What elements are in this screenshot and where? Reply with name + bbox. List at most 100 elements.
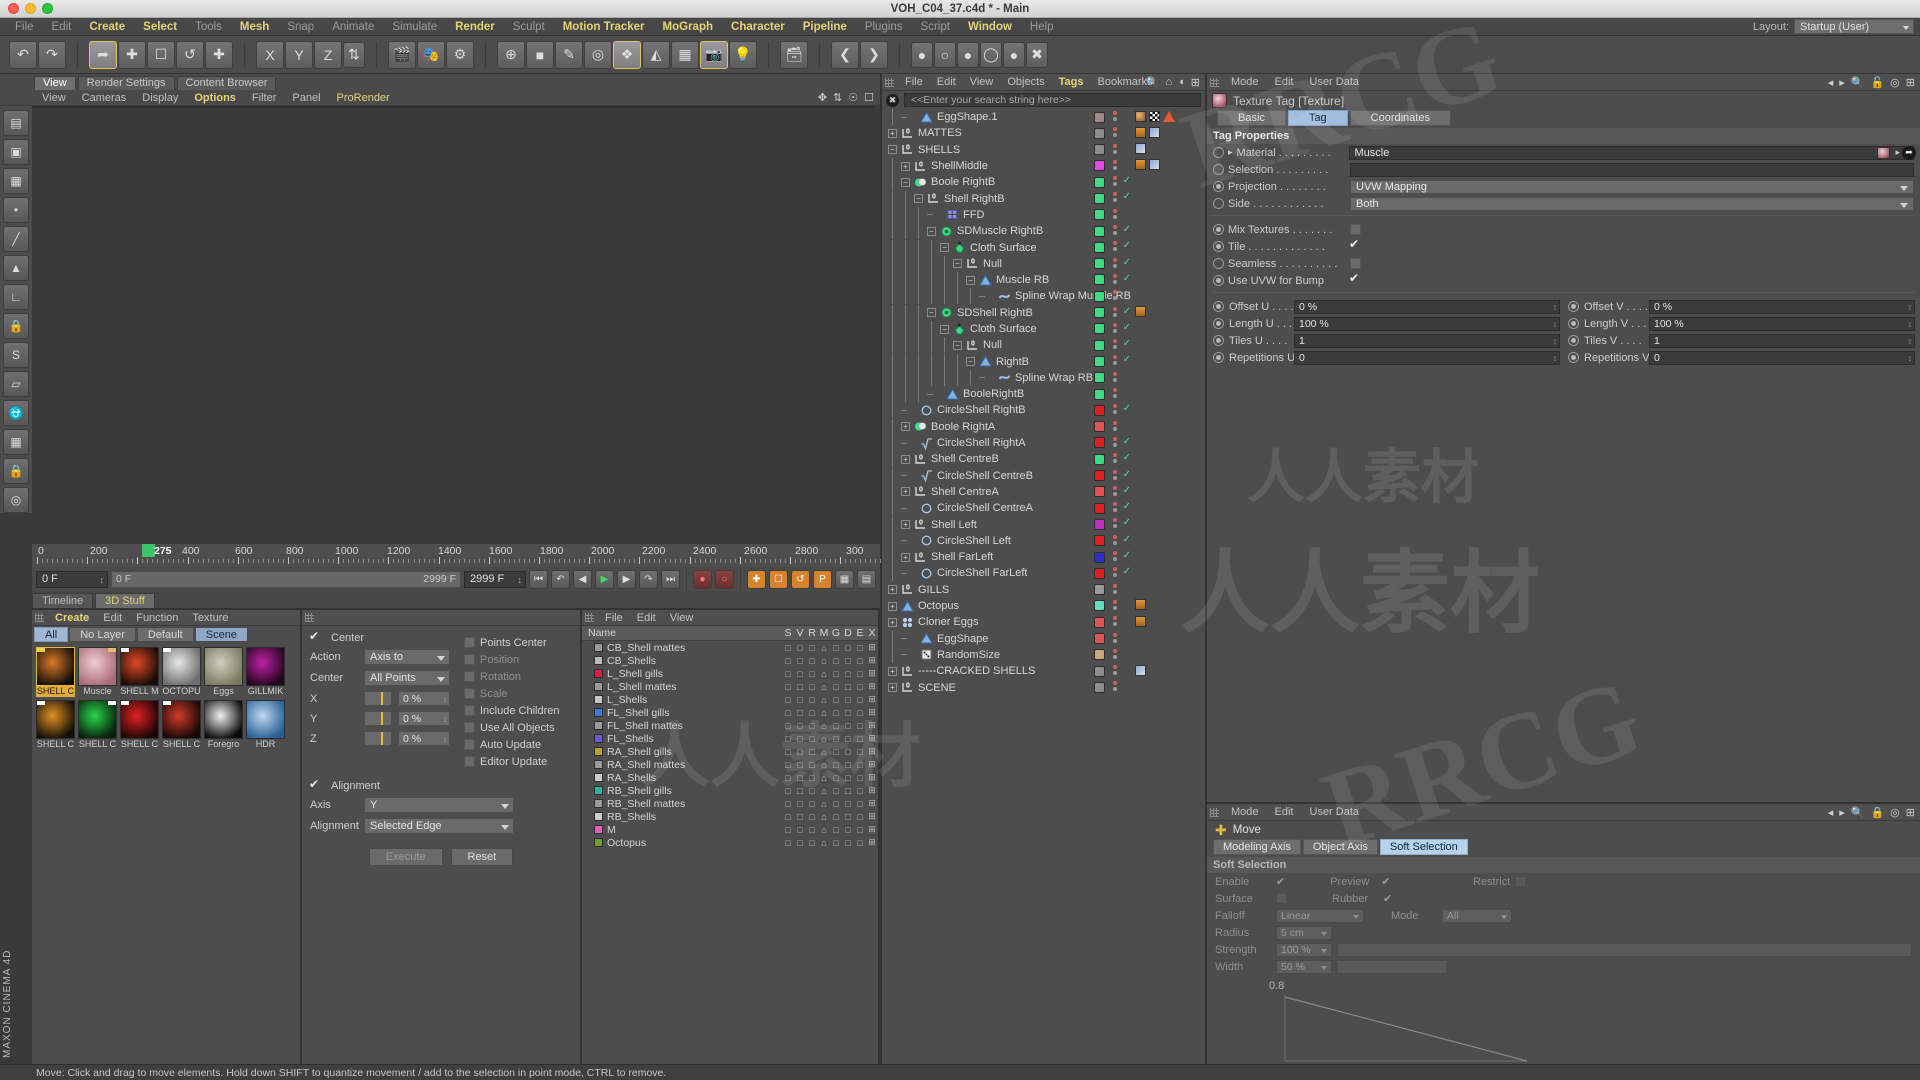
row-flag-cell[interactable]: □ <box>854 682 866 692</box>
record-keyframe-icon[interactable]: ● <box>693 570 712 589</box>
object-manager-search[interactable]: ✖ <<Enter your search string here>> <box>882 91 1205 109</box>
table-row[interactable]: RA_Shell gills□□□⌂□□□⊞ <box>582 745 878 758</box>
prev-icon[interactable]: ❮ <box>831 41 859 69</box>
visibility-dots[interactable] <box>1113 584 1117 594</box>
viewport-tabbar[interactable]: View Render Settings Content Browser <box>0 74 880 90</box>
axis-tool-icon[interactable]: ✚ <box>205 41 233 69</box>
object-tree-row[interactable]: RandomSize <box>882 647 1205 663</box>
key-param-toggle-icon[interactable]: P <box>813 570 832 589</box>
object-layer-swatch[interactable] <box>1094 503 1105 514</box>
restrict-check-row[interactable]: Restrict <box>1465 873 1920 890</box>
viewmenu-view[interactable]: View <box>34 92 74 104</box>
ss-lock-icon[interactable]: 🔒 <box>1870 806 1884 819</box>
selection-field[interactable] <box>1350 163 1914 177</box>
restrict-checkbox[interactable] <box>1515 876 1526 887</box>
row-flag-cell[interactable]: □ <box>806 656 818 666</box>
uv-radio[interactable] <box>1213 335 1224 346</box>
search-icon[interactable]: 🔍 <box>1146 76 1160 89</box>
object-layer-swatch[interactable] <box>1094 323 1105 334</box>
row-flag-cell[interactable]: □ <box>806 838 818 848</box>
row-flag-cell[interactable]: □ <box>830 838 842 848</box>
end-frame-field[interactable]: 2999 F <box>464 571 526 588</box>
object-tree-row[interactable]: −0Shell RightB✓ <box>882 190 1205 206</box>
uv-transform-row[interactable]: Repetitions U . . . .0Repetitions V . . … <box>1207 349 1920 366</box>
row-flag-cell[interactable]: □ <box>782 669 794 679</box>
menu-mograph[interactable]: MoGraph <box>654 18 722 36</box>
key-delete-icon[interactable]: ✖ <box>1026 42 1048 68</box>
object-tags[interactable] <box>1135 127 1205 138</box>
row-flag-cell[interactable]: □ <box>854 760 866 770</box>
row-flag-cell[interactable]: □ <box>854 786 866 796</box>
row-flag-cell[interactable]: □ <box>794 708 806 718</box>
material-cell[interactable]: SHELL C <box>78 700 117 750</box>
uv-transform-rows[interactable]: Offset U . . . .0 %Offset V . . . .0 %Le… <box>1207 298 1920 366</box>
row-flag-cell[interactable]: □ <box>806 760 818 770</box>
row-flag-cell[interactable]: ⊞ <box>866 707 878 718</box>
object-tree-row[interactable]: CircleShell RightA✓ <box>882 435 1205 451</box>
table-row[interactable]: RB_Shell gills□□□⌂□□□⊞ <box>582 784 878 797</box>
tile-radio[interactable] <box>1213 241 1224 252</box>
visibility-dots[interactable] <box>1113 160 1117 170</box>
cube-primitive-icon[interactable]: ■ <box>526 41 554 69</box>
keyframe-selection-icon[interactable]: ▦ <box>835 570 854 589</box>
object-manager-menubar[interactable]: File Edit View Objects Tags Bookmarks 🔍 … <box>882 74 1205 91</box>
row-flag-cell[interactable]: □ <box>830 747 842 757</box>
py-tag-icon[interactable] <box>1149 127 1160 138</box>
side-row[interactable]: Side . . . . . . . . . . . . Both <box>1207 195 1920 212</box>
visibility-dots[interactable] <box>1113 241 1117 251</box>
search-input[interactable]: <<Enter your search string here>> <box>904 93 1201 107</box>
row-flag-cell[interactable]: □ <box>794 682 806 692</box>
axis-x-slider[interactable] <box>364 691 392 706</box>
uv-radio[interactable] <box>1568 335 1579 346</box>
texture-mode-icon[interactable]: ▦ <box>3 168 29 194</box>
row-flag-cell[interactable]: □ <box>842 747 854 757</box>
collapse-icon[interactable]: − <box>927 227 936 236</box>
object-layer-swatch[interactable] <box>1094 405 1105 416</box>
collapse-icon[interactable]: − <box>953 341 962 350</box>
row-flag-cell[interactable]: □ <box>854 695 866 705</box>
alignment-mode-dropdown[interactable]: Selected Edge <box>364 818 514 834</box>
collapse-icon[interactable]: − <box>966 357 975 366</box>
row-flag-cell[interactable]: □ <box>794 799 806 809</box>
row-flag-cell[interactable]: ⊞ <box>866 668 878 679</box>
row-flag-cell[interactable]: □ <box>806 812 818 822</box>
uv-transform-row[interactable]: Tiles U . . . .1Tiles V . . . .1 <box>1207 332 1920 349</box>
material-cell[interactable]: SHELL C <box>162 700 201 750</box>
row-flag-cell[interactable]: □ <box>806 799 818 809</box>
material-swatch[interactable] <box>162 647 201 686</box>
material-manager-menubar[interactable]: Create Edit Function Texture <box>32 610 300 626</box>
expand-icon[interactable]: + <box>901 520 910 529</box>
snap-mode-icon[interactable]: S <box>3 342 29 368</box>
environment-icon[interactable]: ▦ <box>671 41 699 69</box>
enable-checkbox[interactable]: ✔ <box>1276 875 1285 888</box>
row-flag-cell[interactable]: ⌂ <box>818 786 830 796</box>
row-flag-cell[interactable]: □ <box>794 656 806 666</box>
object-layer-swatch[interactable] <box>1094 600 1105 611</box>
attr-search-icon[interactable]: 🔍 <box>1851 76 1865 89</box>
row-flag-cell[interactable]: □ <box>842 838 854 848</box>
make-editable-icon[interactable]: ▤ <box>3 110 29 136</box>
row-flag-cell[interactable]: □ <box>794 643 806 653</box>
rotate-tool-icon[interactable]: ↺ <box>176 41 204 69</box>
row-flag-cell[interactable]: □ <box>854 656 866 666</box>
row-flag-cell[interactable]: ⊞ <box>866 824 878 835</box>
row-flag-cell[interactable]: ⌂ <box>818 734 830 744</box>
deformer-icon[interactable]: ◭ <box>642 41 670 69</box>
object-layer-swatch[interactable] <box>1094 340 1105 351</box>
soft-selection-icons[interactable]: ◂ ▸ 🔍 🔒 ◎ ⊞ <box>1828 806 1915 819</box>
row-flag-cell[interactable]: □ <box>794 825 806 835</box>
row-flag-cell[interactable]: □ <box>782 812 794 822</box>
modeling-options-list[interactable]: Points CenterPositionRotationScaleInclud… <box>464 632 572 770</box>
camera-icon[interactable]: 📷 <box>700 41 728 69</box>
visibility-dots[interactable] <box>1113 502 1117 512</box>
row-flag-cell[interactable]: □ <box>842 643 854 653</box>
menu-animate[interactable]: Animate <box>323 18 383 36</box>
collapse-icon[interactable]: − <box>940 243 949 252</box>
material-dropdown-icon[interactable]: ▸ <box>1895 147 1900 158</box>
z-axis-lock-icon[interactable]: Z <box>314 41 342 69</box>
material-radio[interactable] <box>1213 147 1224 158</box>
collapse-icon[interactable]: − <box>940 325 949 334</box>
table-row[interactable]: CB_Shells□□□⌂□□□⊞ <box>582 654 878 667</box>
row-flag-cell[interactable]: ⊞ <box>866 837 878 848</box>
expand-icon[interactable]: + <box>901 553 910 562</box>
